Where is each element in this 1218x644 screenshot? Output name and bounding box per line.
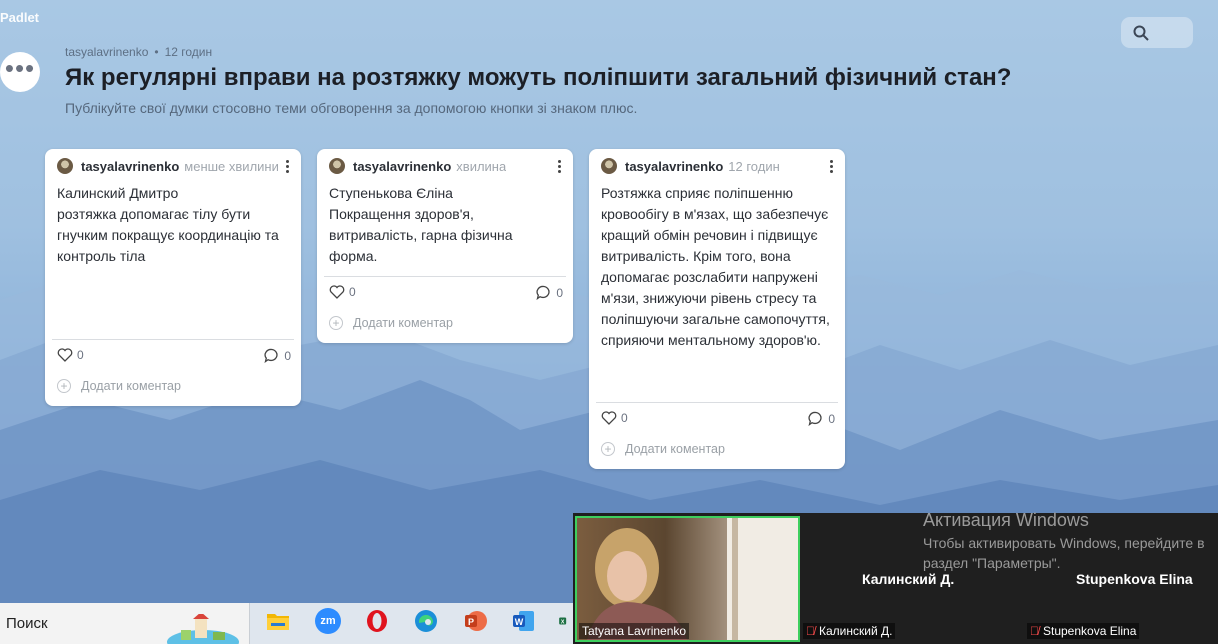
svg-text:X: X <box>561 619 565 625</box>
reactions-row: 0 0 <box>57 348 291 366</box>
more-options-icon[interactable] <box>827 157 835 175</box>
avatar <box>329 158 345 174</box>
zoom-label: zm <box>320 615 336 627</box>
comment-icon <box>264 348 278 363</box>
comment-button[interactable]: 0 <box>264 348 291 363</box>
post-header: tasyalavrinenko хвилина <box>329 157 563 175</box>
post-body: Розтяжка сприяє поліпшенню кровообігу в … <box>601 185 830 348</box>
reactions-row: 0 0 <box>329 285 563 303</box>
plus-icon: + <box>601 442 615 456</box>
muted-mic-icon: 🎙̸ <box>1030 624 1039 638</box>
post-card[interactable]: tasyalavrinenko менше хвилини Калинский … <box>45 149 301 406</box>
comment-count: 0 <box>828 411 835 426</box>
participant-display-name: Stupenkova Elina <box>1076 571 1193 587</box>
participant-label: 🎙̸ Калинский Д. <box>803 623 896 639</box>
opera-icon[interactable] <box>364 608 390 634</box>
word-icon[interactable]: W <box>510 608 536 634</box>
post-header: tasyalavrinenko 12 годин <box>601 157 835 175</box>
divider <box>324 276 566 277</box>
divider <box>52 339 294 340</box>
participant-label-text: Stupenkova Elina <box>1043 624 1137 638</box>
padlet-logo[interactable]: Padlet <box>0 10 39 25</box>
post-author: tasyalavrinenko <box>81 158 180 174</box>
activation-watermark-title: Активация Windows <box>923 510 1089 530</box>
excel-icon[interactable]: X <box>558 608 572 634</box>
add-comment-label: Додати коментар <box>353 316 453 330</box>
header-time: 12 годин <box>164 45 213 59</box>
powerpoint-icon[interactable]: P <box>462 608 488 634</box>
plus-icon: + <box>57 379 71 393</box>
page-title: Як регулярні вправи на розтяжку можуть п… <box>65 64 1012 91</box>
add-comment-label: Додати коментар <box>81 379 181 393</box>
heart-icon <box>57 348 73 362</box>
plus-icon: + <box>329 316 343 330</box>
add-comment[interactable]: + Додати коментар <box>601 440 725 458</box>
search-button[interactable] <box>1121 17 1193 48</box>
page-subtitle: Публікуйте свої думки стосовно теми обго… <box>65 100 638 116</box>
comment-icon <box>536 285 550 300</box>
header-meta: tasyalavrinenko • 12 годин <box>65 45 212 59</box>
meta-dot: • <box>154 45 159 59</box>
post-time: хвилина <box>456 158 507 174</box>
search-highlight-icon <box>167 614 239 644</box>
self-name: Tatyana Lavrinenko <box>579 623 690 639</box>
participant-display-name: Калинский Д. <box>862 571 955 587</box>
avatar <box>601 158 617 174</box>
post-time: 12 годин <box>728 158 780 174</box>
comment-count: 0 <box>556 285 563 300</box>
post-body: Калинский Дмитро розтяжка допомагає тілу… <box>57 185 279 264</box>
activation-watermark-text: Чтобы активировать Windows, перейдите в … <box>923 535 1205 571</box>
like-count: 0 <box>77 348 84 362</box>
post-header: tasyalavrinenko менше хвилини <box>57 157 291 175</box>
heart-icon <box>329 285 345 299</box>
like-count: 0 <box>621 411 628 425</box>
heart-icon <box>601 411 617 425</box>
svg-text:W: W <box>515 617 524 627</box>
comment-button[interactable]: 0 <box>808 411 835 426</box>
taskbar-search-label: Поиск <box>6 615 48 632</box>
post-author: tasyalavrinenko <box>625 158 724 174</box>
participant-video <box>587 518 798 640</box>
muted-mic-icon: 🎙̸ <box>806 624 815 638</box>
add-comment[interactable]: + Додати коментар <box>57 377 181 395</box>
like-button[interactable]: 0 <box>329 285 356 299</box>
reactions-row: 0 0 <box>601 411 835 429</box>
comment-count: 0 <box>284 348 291 363</box>
post-card[interactable]: tasyalavrinenko 12 годин Розтяжка сприяє… <box>589 149 845 469</box>
like-button[interactable]: 0 <box>57 348 84 362</box>
file-explorer-icon[interactable] <box>265 608 291 634</box>
like-button[interactable]: 0 <box>601 411 628 425</box>
svg-text:P: P <box>468 617 474 627</box>
comment-button[interactable]: 0 <box>536 285 563 300</box>
comment-icon <box>808 411 822 426</box>
post-card[interactable]: tasyalavrinenko хвилина Ступенькова Єлін… <box>317 149 573 343</box>
taskbar-search-box[interactable]: Поиск <box>0 603 250 644</box>
add-comment[interactable]: + Додати коментар <box>329 314 453 332</box>
search-icon <box>1133 25 1149 41</box>
zoom-icon[interactable]: zm <box>315 608 341 634</box>
avatar <box>57 158 73 174</box>
participant-label: 🎙̸ Stupenkova Elina <box>1027 623 1140 639</box>
more-options-icon[interactable] <box>283 157 291 175</box>
participant-label-text: Калинский Д. <box>819 624 893 638</box>
more-options-icon[interactable] <box>555 157 563 175</box>
divider <box>596 402 838 403</box>
comment-bubble-icon[interactable]: ••• <box>0 52 40 92</box>
edge-icon[interactable] <box>413 608 439 634</box>
post-author: tasyalavrinenko <box>353 158 452 174</box>
post-time: менше хвилини <box>184 158 279 174</box>
post-body: Ступенькова Єліна Покращення здоров'я, в… <box>329 185 513 264</box>
like-count: 0 <box>349 285 356 299</box>
header-author: tasyalavrinenko <box>65 45 149 59</box>
add-comment-label: Додати коментар <box>625 442 725 456</box>
